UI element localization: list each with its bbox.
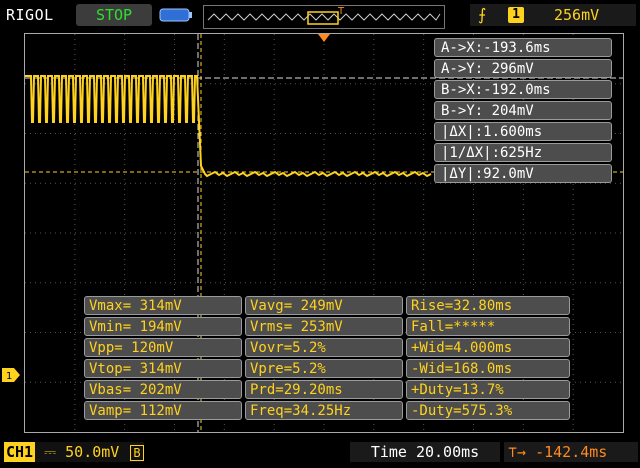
channel-1-label: CH1 [4, 442, 36, 462]
cursor-b-y: B->Y: 204mV [434, 101, 612, 120]
trigger-offset-value: -142.4ms [535, 443, 608, 461]
measurement-vtop: Vtop= 314mV [84, 359, 242, 378]
svg-text:T: T [337, 6, 345, 17]
channel-marker-label: 1 [6, 371, 12, 382]
cursor-inverse-delta-x: |1/ΔX|:625Hz [434, 143, 612, 162]
brand-logo: RIGOL [6, 6, 54, 24]
channel-1-ground-marker[interactable]: 1 [2, 368, 20, 382]
bandwidth-limit-tag: B [130, 445, 144, 461]
trigger-position-icon: ⊤→ [508, 443, 527, 461]
measurement-row: Vpp= 120mV Vovr=5.2% +Wid=4.000ms [84, 338, 574, 357]
trigger-offset[interactable]: ⊤→ -142.4ms [504, 442, 638, 462]
cursor-b-x: B->X:-192.0ms [434, 80, 612, 99]
bottom-status-bar: CH1 ⎓ 50.0mV B Time 20.00ms ⊤→ -142.4ms [0, 436, 640, 468]
trigger-position-marker [318, 34, 330, 42]
measurement-vmax: Vmax= 314mV [84, 296, 242, 315]
measurement-vpre: Vpre=5.2% [245, 359, 403, 378]
timebase-setting[interactable]: Time 20.00ms [350, 442, 500, 462]
cursor-a-x: A->X:-193.6ms [434, 38, 612, 57]
measurement-row: Vbas= 202mV Prd=29.20ms +Duty=13.7% [84, 380, 574, 399]
battery-icon [159, 8, 192, 22]
measurement-vbas: Vbas= 202mV [84, 380, 242, 399]
trigger-level: 256mV [554, 6, 600, 24]
cursor-readout-panel: A->X:-193.6ms A->Y: 296mV B->X:-192.0ms … [434, 38, 612, 185]
channel-1-settings[interactable]: CH1 ⎓ 50.0mV B [4, 442, 144, 462]
trigger-settings[interactable]: ⨍ 1 256mV [470, 4, 636, 26]
measurement-pos-duty: +Duty=13.7% [406, 380, 570, 399]
measurement-vrms: Vrms= 253mV [245, 317, 403, 336]
measurement-rise: Rise=32.80ms [406, 296, 570, 315]
memory-depth-waveform-icon: T [203, 5, 445, 29]
measurement-row: Vmax= 314mV Vavg= 249mV Rise=32.80ms [84, 296, 574, 315]
cursor-delta-y: |ΔY|:92.0mV [434, 164, 612, 183]
channel-1-trace [25, 75, 432, 178]
rising-edge-icon: ⨍ [478, 5, 487, 24]
measurement-vamp: Vamp= 112mV [84, 401, 242, 420]
measurement-pos-width: +Wid=4.000ms [406, 338, 570, 357]
dc-coupling-icon: ⎓ [44, 443, 57, 461]
measurement-vovr: Vovr=5.2% [245, 338, 403, 357]
cursor-delta-x: |ΔX|:1.600ms [434, 122, 612, 141]
volts-per-div: 50.0mV [65, 443, 120, 461]
measurement-fall: Fall=***** [406, 317, 570, 336]
trigger-channel-badge: 1 [508, 7, 524, 23]
measurement-neg-duty: -Duty=575.3% [406, 401, 570, 420]
measurement-row: Vtop= 314mV Vpre=5.2% -Wid=168.0ms [84, 359, 574, 378]
run-stop-status[interactable]: STOP [76, 4, 152, 26]
cursor-a-y: A->Y: 296mV [434, 59, 612, 78]
measurement-row: Vmin= 194mV Vrms= 253mV Fall=***** [84, 317, 574, 336]
measurement-panel: Vmax= 314mV Vavg= 249mV Rise=32.80ms Vmi… [84, 296, 574, 422]
measurement-row: Vamp= 112mV Freq=34.25Hz -Duty=575.3% [84, 401, 574, 420]
measurement-period: Prd=29.20ms [245, 380, 403, 399]
top-status-bar: RIGOL STOP T ⨍ 1 256mV [0, 0, 640, 32]
measurement-vpp: Vpp= 120mV [84, 338, 242, 357]
measurement-neg-width: -Wid=168.0ms [406, 359, 570, 378]
measurement-vmin: Vmin= 194mV [84, 317, 242, 336]
measurement-vavg: Vavg= 249mV [245, 296, 403, 315]
measurement-frequency: Freq=34.25Hz [245, 401, 403, 420]
